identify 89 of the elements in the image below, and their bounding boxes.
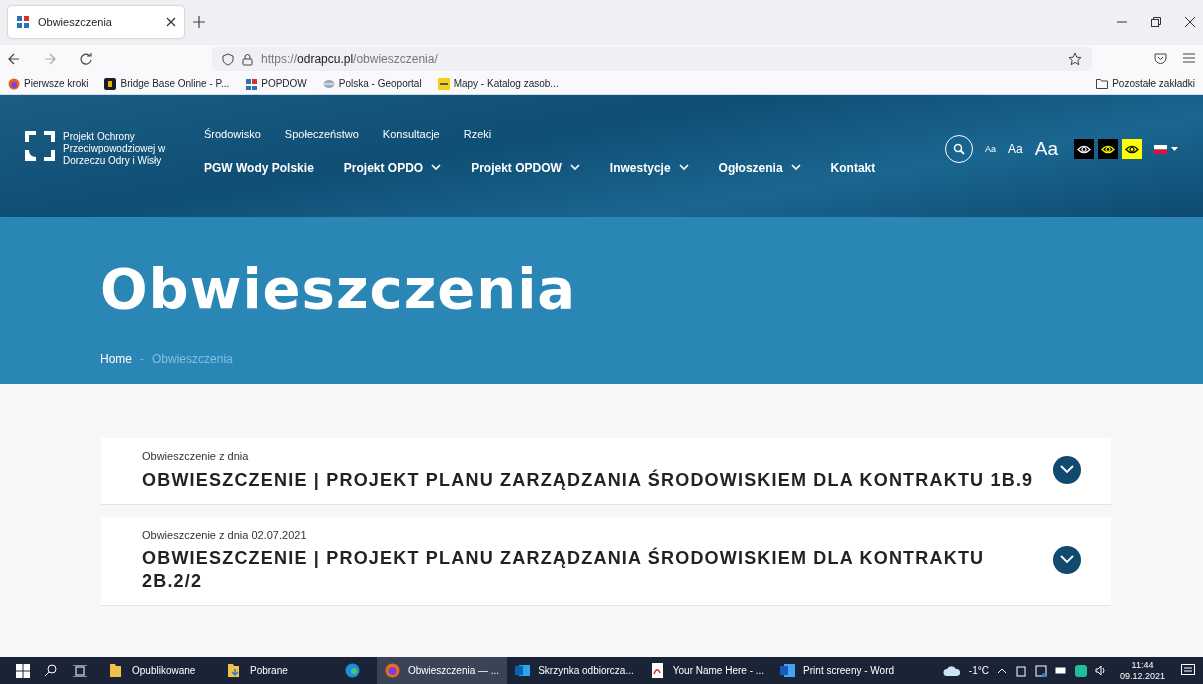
notice-title: OBWIESZCZENIE | PROJEKT PLANU ZARZĄDZANIA ŚRODOWISKIEM DLA KONTRAKTU 1B.9 [142, 468, 1035, 492]
eye-icon [1101, 144, 1115, 154]
browser-tab[interactable]: Obwieszczenia [8, 6, 184, 38]
contrast-button[interactable] [1098, 139, 1118, 160]
bookmark-link[interactable]: Mapy - Katalog zasob... [437, 76, 559, 91]
expand-button[interactable] [1053, 455, 1081, 484]
notification-icon[interactable] [1181, 664, 1195, 677]
font-size-button[interactable]: Aa [1034, 135, 1058, 164]
nav-menu-item[interactable]: Projekt OPDO [343, 158, 442, 177]
letter-logo-icon [104, 77, 117, 90]
notice-title: OBWIESZCZENIE | PROJEKT PLANU ZARZĄDZANIA ŚRODOWISKIEM DLA KONTRAKTU 2B.2/2 [142, 547, 986, 593]
nav-link[interactable]: Środowisko [204, 126, 261, 143]
weather-temperature: -1°C [968, 664, 989, 678]
tray-app-icon[interactable] [1034, 664, 1047, 677]
map-icon [437, 77, 450, 90]
globe-icon [322, 77, 335, 90]
taskbar-app-button[interactable]: Opublikowane [101, 657, 219, 684]
menu-icon[interactable] [1183, 53, 1195, 63]
browser-logo-icon [345, 663, 360, 678]
expand-button[interactable] [1053, 545, 1081, 574]
eye-icon [1077, 144, 1091, 154]
taskbar-app-button[interactable]: Your Name Here - ... [641, 657, 773, 684]
breadcrumb-link[interactable]: Home [100, 350, 132, 369]
tray-app-icon[interactable] [1074, 664, 1087, 677]
taskbar-app-button[interactable]: Skrzynka odbiorcza... [507, 657, 642, 684]
bookmark-link[interactable]: POPDOW [245, 76, 307, 91]
search-icon [953, 143, 966, 156]
plus-icon[interactable] [192, 15, 206, 29]
bookmark-link[interactable]: Bridge Base Online - P... [104, 76, 230, 91]
taskbar-app-button[interactable]: Print screeny - Word [772, 657, 903, 684]
pdf-icon [649, 663, 665, 678]
nav-menu-item[interactable]: Kontakt [830, 158, 876, 177]
tray-app-icon[interactable] [1014, 664, 1027, 677]
breadcrumb-separator: - [140, 351, 144, 369]
nav-menu-item[interactable]: Inwestycje [609, 158, 689, 177]
flag-icon [1154, 144, 1167, 154]
chevron-down-icon [1060, 465, 1074, 475]
task-view-icon[interactable] [73, 664, 87, 677]
battery-icon[interactable] [1054, 667, 1067, 674]
clock-time: 11:44 [1131, 659, 1154, 671]
browser-logo-icon [8, 77, 20, 90]
nav-link[interactable]: Społeczeństwo [284, 126, 359, 143]
close-icon[interactable] [166, 17, 176, 27]
back-icon[interactable] [8, 53, 20, 65]
bookmark-link[interactable]: Polska - Geoportal [322, 76, 422, 91]
nav-menu-item[interactable]: Projekt OPDOW [471, 158, 580, 177]
folder-icon [109, 663, 124, 678]
site-logo-icon [16, 15, 30, 29]
nav-menu-item[interactable]: PGW Wody Polskie [204, 158, 314, 177]
site-logo-icon [245, 77, 258, 90]
contrast-button[interactable] [1074, 139, 1094, 160]
reload-icon[interactable] [80, 53, 92, 65]
eye-icon [1125, 144, 1139, 154]
notice-date: Obwieszczenie z dnia [142, 449, 250, 464]
close-icon[interactable] [1185, 17, 1195, 27]
contrast-button[interactable] [1122, 139, 1142, 160]
browser-logo-icon [385, 663, 400, 678]
caret-icon [1171, 147, 1178, 152]
pocket-icon[interactable] [1154, 53, 1167, 65]
cloud-icon [942, 664, 961, 677]
font-size-button[interactable]: Aa [1008, 140, 1023, 159]
taskbar-app-button[interactable]: Obwieszczenia — ... [377, 657, 508, 684]
notice-date: Obwieszczenie z dnia 02.07.2021 [142, 527, 308, 543]
mail-app-icon [515, 663, 531, 678]
nav-menu-item[interactable]: Ogłoszenia [718, 158, 801, 177]
lock-icon [242, 52, 253, 66]
page-title: Obwieszczenia [100, 255, 578, 323]
bookmark-link[interactable]: Pierwsze kroki [8, 76, 89, 91]
address-bar[interactable]: https://odrapcu.pl/obwieszczenia/ [212, 47, 1092, 71]
shield-icon [222, 52, 234, 66]
chevron-down-icon [1060, 555, 1074, 565]
language-selector[interactable] [1154, 144, 1178, 154]
document-app-icon [780, 663, 796, 678]
nav-link[interactable]: Konsultacje [382, 126, 440, 143]
star-icon[interactable] [1068, 52, 1082, 66]
speaker-icon[interactable] [1094, 665, 1108, 676]
clock-date: 09.12.2021 [1119, 670, 1165, 682]
windows-logo-icon[interactable] [16, 663, 30, 678]
taskbar-app-button[interactable]: Pobrane [219, 657, 337, 684]
folder-icon [1096, 78, 1109, 89]
bookmark-folder[interactable]: Pozostałe zakładki [1096, 76, 1195, 91]
logo-icon [25, 131, 55, 161]
restore-icon[interactable] [1151, 17, 1161, 27]
folder-icon [227, 663, 242, 678]
font-size-button[interactable]: Aa [985, 142, 997, 156]
search-icon[interactable] [44, 664, 57, 677]
logo-text: Projekt Ochrony Przeciwpowodziowej w Dorzeczu Odry i Wisły [63, 131, 167, 167]
nav-link[interactable]: Rzeki [463, 126, 492, 143]
chevron-up-icon[interactable] [996, 667, 1007, 674]
